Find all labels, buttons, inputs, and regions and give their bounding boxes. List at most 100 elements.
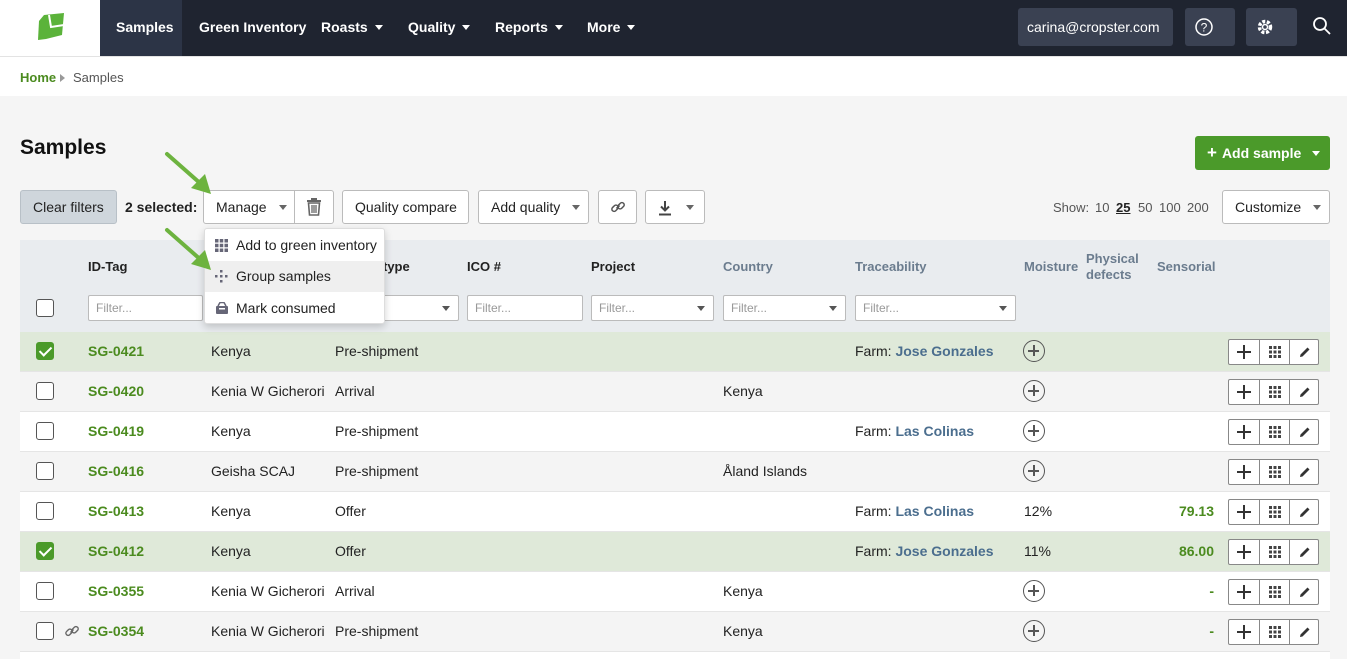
sample-id-link[interactable]: SG-0419 xyxy=(88,423,144,439)
filter-traceability[interactable]: Filter... xyxy=(855,295,1016,321)
table-row[interactable]: SG-0421 Kenya Pre-shipment Farm: Jose Gonza… xyxy=(20,332,1330,372)
edit-icon[interactable] xyxy=(1289,380,1319,404)
sample-id-link[interactable]: SG-0355 xyxy=(88,583,144,599)
delete-button[interactable] xyxy=(294,190,334,224)
settings-menu[interactable] xyxy=(1246,8,1297,68)
grid-icon[interactable] xyxy=(1259,420,1289,444)
edit-icon[interactable] xyxy=(1289,580,1319,604)
sample-sensorial-score[interactable]: 86.00 xyxy=(1154,543,1214,559)
row-checkbox[interactable] xyxy=(36,422,54,440)
grid-icon[interactable] xyxy=(1259,380,1289,404)
manage-button[interactable]: Manage xyxy=(203,190,295,224)
add-moisture-icon[interactable] xyxy=(1023,460,1045,482)
nav-roasts[interactable]: Roasts xyxy=(305,0,399,56)
sample-id-link[interactable]: SG-0421 xyxy=(88,343,144,359)
download-button[interactable] xyxy=(645,190,705,224)
add-icon[interactable] xyxy=(1229,540,1259,564)
grid-icon[interactable] xyxy=(1259,580,1289,604)
link-button[interactable] xyxy=(598,190,637,224)
logo[interactable] xyxy=(0,0,100,56)
add-icon[interactable] xyxy=(1229,620,1259,644)
customize-button[interactable]: Customize xyxy=(1222,190,1330,224)
nav-more[interactable]: More xyxy=(571,0,651,56)
add-moisture-icon[interactable] xyxy=(1023,580,1045,602)
col-country[interactable]: Country xyxy=(723,259,773,274)
menu-mark-consumed[interactable]: Mark consumed xyxy=(205,293,384,324)
menu-add-to-green-inventory[interactable]: Add to green inventory xyxy=(205,230,384,261)
add-icon[interactable] xyxy=(1229,340,1259,364)
add-icon[interactable] xyxy=(1229,420,1259,444)
col-moisture[interactable]: Moisture xyxy=(1024,259,1078,274)
row-checkbox[interactable] xyxy=(36,382,54,400)
add-icon[interactable] xyxy=(1229,500,1259,524)
row-checkbox[interactable] xyxy=(36,342,54,360)
add-sample-button[interactable]: + Add sample xyxy=(1195,136,1330,170)
edit-icon[interactable] xyxy=(1289,540,1319,564)
edit-icon[interactable] xyxy=(1289,420,1319,444)
row-checkbox[interactable] xyxy=(36,462,54,480)
farm-link[interactable]: Las Colinas xyxy=(895,423,974,439)
table-row[interactable]: SG-0354 Kenia W Gicherori Pre-shipment Keny… xyxy=(20,612,1330,652)
add-moisture-icon[interactable] xyxy=(1023,620,1045,642)
edit-icon[interactable] xyxy=(1289,340,1319,364)
sample-id-link[interactable]: SG-0420 xyxy=(88,383,144,399)
nav-reports[interactable]: Reports xyxy=(479,0,579,56)
farm-link[interactable]: Las Colinas xyxy=(895,503,974,519)
farm-link[interactable]: Jose Gonzales xyxy=(895,543,993,559)
page-size-25[interactable]: 25 xyxy=(1116,200,1130,215)
page-size-10[interactable]: 10 xyxy=(1095,200,1109,215)
help-menu[interactable]: ? xyxy=(1185,8,1235,68)
table-row[interactable]: SG-0420 Kenia W Gicherori Arrival Kenya xyxy=(20,372,1330,412)
add-moisture-icon[interactable] xyxy=(1023,420,1045,442)
nav-samples[interactable]: Samples xyxy=(100,0,182,56)
col-physical-defects-line2[interactable]: defects xyxy=(1086,267,1132,282)
grid-icon[interactable] xyxy=(1259,540,1289,564)
filter-ico[interactable]: Filter... xyxy=(467,295,583,321)
add-quality-button[interactable]: Add quality xyxy=(478,190,589,224)
col-sensorial[interactable]: Sensorial xyxy=(1157,259,1216,274)
row-checkbox[interactable] xyxy=(36,542,54,560)
col-ico[interactable]: ICO # xyxy=(467,259,501,274)
table-row[interactable]: SG-0419 Kenya Pre-shipment Farm: Las Colina… xyxy=(20,412,1330,452)
sample-sensorial-score[interactable]: 79.13 xyxy=(1154,503,1214,519)
table-row[interactable]: SG-0413 Kenya Offer Farm: Las Colinas 12% 79.… xyxy=(20,492,1330,532)
page-size-100[interactable]: 100 xyxy=(1159,200,1181,215)
add-icon[interactable] xyxy=(1229,580,1259,604)
row-checkbox[interactable] xyxy=(36,582,54,600)
edit-icon[interactable] xyxy=(1289,460,1319,484)
nav-green-inventory[interactable]: Green Inventory xyxy=(183,0,322,56)
table-row[interactable]: SG-0416 Geisha SCAJ Pre-shipment Åland Isla… xyxy=(20,452,1330,492)
sample-id-link[interactable]: SG-0413 xyxy=(88,503,144,519)
table-row[interactable]: SG-0412 Kenya Offer Farm: Jose Gonzales 11% 8… xyxy=(20,532,1330,572)
col-id-tag[interactable]: ID-Tag xyxy=(88,259,127,274)
sample-sensorial-score[interactable]: - xyxy=(1154,623,1214,639)
row-checkbox[interactable] xyxy=(36,502,54,520)
table-row[interactable]: SG-0355 Kenia W Gicherori Arrival Kenya - xyxy=(20,572,1330,612)
sample-id-link[interactable]: SG-0416 xyxy=(88,463,144,479)
filter-id-tag[interactable]: Filter... xyxy=(88,295,203,321)
quality-compare-button[interactable]: Quality compare xyxy=(342,190,469,224)
farm-link[interactable]: Jose Gonzales xyxy=(895,343,993,359)
col-project[interactable]: Project xyxy=(591,259,635,274)
col-sample-type[interactable]: type xyxy=(383,259,410,274)
add-icon[interactable] xyxy=(1229,460,1259,484)
edit-icon[interactable] xyxy=(1289,500,1319,524)
row-checkbox[interactable] xyxy=(36,622,54,640)
page-size-200[interactable]: 200 xyxy=(1187,200,1209,215)
select-all-checkbox[interactable] xyxy=(36,299,54,317)
grid-icon[interactable] xyxy=(1259,500,1289,524)
page-size-50[interactable]: 50 xyxy=(1138,200,1152,215)
breadcrumb-home[interactable]: Home xyxy=(20,70,56,85)
user-menu[interactable]: carina@cropster.com xyxy=(1018,8,1173,68)
col-physical-defects-line1[interactable]: Physical xyxy=(1086,251,1139,266)
edit-icon[interactable] xyxy=(1289,620,1319,644)
filter-country[interactable]: Filter... xyxy=(723,295,846,321)
grid-icon[interactable] xyxy=(1259,620,1289,644)
add-moisture-icon[interactable] xyxy=(1023,340,1045,362)
sample-sensorial-score[interactable]: - xyxy=(1154,583,1214,599)
sample-id-link[interactable]: SG-0354 xyxy=(88,623,144,639)
grid-icon[interactable] xyxy=(1259,340,1289,364)
nav-quality[interactable]: Quality xyxy=(392,0,486,56)
add-icon[interactable] xyxy=(1229,380,1259,404)
add-moisture-icon[interactable] xyxy=(1023,380,1045,402)
